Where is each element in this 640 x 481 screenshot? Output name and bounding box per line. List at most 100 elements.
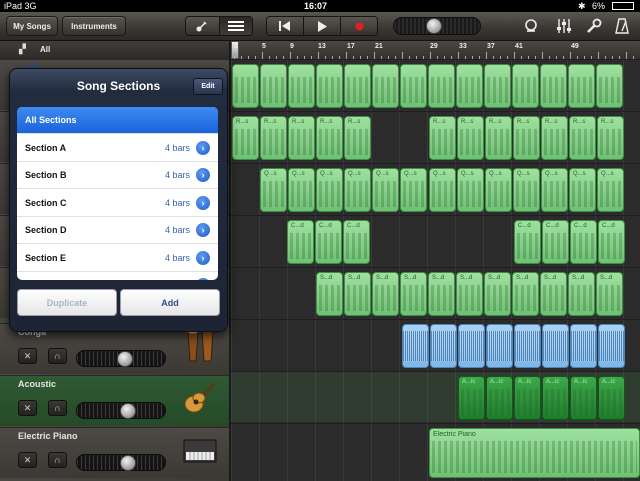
midi-region[interactable]: C...d	[570, 220, 597, 264]
midi-region[interactable]: S...d	[372, 272, 399, 316]
metronome-icon[interactable]	[611, 15, 633, 37]
midi-region[interactable]: Q...s	[372, 168, 399, 212]
midi-region[interactable]: R...s	[316, 116, 343, 160]
track-volume-slider[interactable]	[76, 454, 166, 471]
midi-region[interactable]: Q...s	[569, 168, 596, 212]
mixer-icon[interactable]	[553, 15, 575, 37]
midi-region[interactable]	[372, 64, 399, 108]
mute-icon[interactable]: ✕	[18, 348, 37, 364]
midi-region[interactable]: Q...s	[260, 168, 287, 212]
track-volume-slider[interactable]	[76, 350, 166, 367]
midi-region[interactable]: S...d	[596, 272, 623, 316]
audio-region[interactable]	[570, 324, 597, 368]
duplicate-button[interactable]: Duplicate	[17, 289, 117, 316]
midi-region[interactable]: C...d	[343, 220, 370, 264]
audio-region[interactable]	[542, 324, 569, 368]
midi-region[interactable]: R...s	[232, 116, 259, 160]
midi-region[interactable]: S...d	[540, 272, 567, 316]
timeline-ruler[interactable]: 1 5 9 13 17 21 29 33 37 41 49	[231, 41, 640, 59]
midi-region[interactable]: C...d	[598, 220, 625, 264]
midi-region[interactable]: Q...s	[288, 168, 315, 212]
headphones-icon[interactable]: ∩	[48, 348, 67, 364]
midi-region[interactable]: A...ic	[458, 376, 485, 420]
midi-region[interactable]: R...s	[485, 116, 512, 160]
midi-region[interactable]	[288, 64, 315, 108]
disclosure-chevron-icon[interactable]: ›	[196, 223, 210, 237]
midi-region[interactable]	[232, 64, 259, 108]
midi-region[interactable]: Q...s	[429, 168, 456, 212]
track-volume-knob[interactable]	[117, 351, 133, 367]
section-all-label[interactable]: All	[40, 45, 50, 54]
midi-region[interactable]: R...s	[513, 116, 540, 160]
track-header-electric-piano[interactable]: Electric Piano ✕ ∩	[0, 427, 229, 478]
section-row[interactable]: Section C 4 bars ›	[17, 190, 218, 217]
audio-region[interactable]	[430, 324, 457, 368]
mute-icon[interactable]: ✕	[18, 452, 37, 468]
rewind-icon[interactable]	[267, 17, 304, 35]
master-volume-slider[interactable]	[393, 17, 481, 35]
disclosure-chevron-icon[interactable]: ›	[196, 195, 210, 210]
play-icon[interactable]	[304, 17, 341, 35]
track-volume-knob[interactable]	[120, 403, 136, 419]
track-volume-knob[interactable]	[120, 455, 136, 471]
section-row[interactable]: Section F8 bars›	[17, 272, 218, 280]
instruments-button[interactable]: Instruments	[62, 16, 126, 36]
headphones-icon[interactable]: ∩	[48, 452, 67, 468]
disclosure-chevron-icon[interactable]: ›	[196, 168, 210, 182]
mute-icon[interactable]: ✕	[18, 400, 37, 416]
midi-region[interactable]: C...d	[315, 220, 342, 264]
disclosure-chevron-icon[interactable]: ›	[196, 250, 210, 265]
midi-region[interactable]: Q...s	[541, 168, 568, 212]
midi-region[interactable]: S...d	[456, 272, 483, 316]
midi-region[interactable]	[540, 64, 567, 108]
midi-region[interactable]: S...d	[316, 272, 343, 316]
section-row[interactable]: Section A 4 bars ›	[17, 135, 218, 162]
midi-region[interactable]	[260, 64, 287, 108]
midi-region[interactable]: S...d	[512, 272, 539, 316]
track-volume-slider[interactable]	[76, 402, 166, 419]
midi-region[interactable]: S...d	[344, 272, 371, 316]
midi-region[interactable]: A...ic	[542, 376, 569, 420]
midi-region[interactable]: Q...s	[513, 168, 540, 212]
audio-region[interactable]	[514, 324, 541, 368]
disclosure-chevron-icon[interactable]: ›	[196, 278, 210, 280]
midi-region[interactable]: C...d	[542, 220, 569, 264]
midi-region[interactable]: A...ic	[598, 376, 625, 420]
midi-region[interactable]: C...d	[287, 220, 314, 264]
midi-region[interactable]: R...s	[429, 116, 456, 160]
midi-region[interactable]: R...s	[597, 116, 624, 160]
midi-region[interactable]	[344, 64, 371, 108]
midi-region[interactable]: R...s	[457, 116, 484, 160]
midi-region[interactable]	[316, 64, 343, 108]
record-icon[interactable]	[341, 17, 377, 35]
tracks-list-icon[interactable]	[219, 17, 252, 35]
midi-region[interactable]: S...d	[568, 272, 595, 316]
add-button[interactable]: Add	[120, 289, 220, 316]
track-header-acoustic[interactable]: Acoustic ✕ ∩	[0, 375, 229, 426]
my-songs-button[interactable]: My Songs	[6, 16, 58, 36]
midi-region[interactable]: Q...s	[485, 168, 512, 212]
midi-region[interactable]	[400, 64, 427, 108]
disclosure-chevron-icon[interactable]: ›	[196, 140, 210, 155]
audio-region[interactable]	[598, 324, 625, 368]
audio-region[interactable]	[458, 324, 485, 368]
midi-region[interactable]: Q...s	[400, 168, 427, 212]
midi-region[interactable]: R...s	[344, 116, 371, 160]
section-row[interactable]: Section B 4 bars ›	[17, 162, 218, 189]
master-volume-knob[interactable]	[426, 18, 442, 34]
section-row[interactable]: All Sections	[17, 107, 218, 134]
midi-region[interactable]	[568, 64, 595, 108]
midi-region[interactable]: Q...s	[597, 168, 624, 212]
midi-region[interactable]	[456, 64, 483, 108]
midi-region[interactable]: R...s	[541, 116, 568, 160]
midi-region[interactable]: S...d	[484, 272, 511, 316]
section-row[interactable]: Section E 4 bars ›	[17, 245, 218, 272]
audio-region[interactable]	[402, 324, 429, 368]
midi-region[interactable]	[596, 64, 623, 108]
midi-region[interactable]: Q...s	[316, 168, 343, 212]
midi-region[interactable]: R...s	[260, 116, 287, 160]
section-row[interactable]: Section D 4 bars ›	[17, 217, 218, 244]
edit-button[interactable]: Edit	[193, 78, 223, 95]
midi-region[interactable]: R...s	[569, 116, 596, 160]
midi-region[interactable]: A...ic	[570, 376, 597, 420]
